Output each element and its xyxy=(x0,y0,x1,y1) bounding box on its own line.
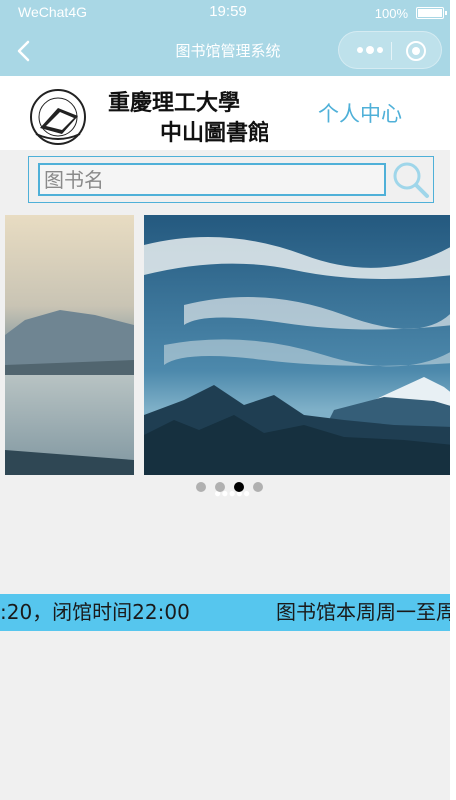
logo-text-line2: 中山圖書館 xyxy=(160,120,268,146)
carousel-dot[interactable] xyxy=(196,482,206,492)
search-icon[interactable] xyxy=(391,160,431,200)
search-bar xyxy=(28,156,434,203)
carousel-dot[interactable] xyxy=(253,482,263,492)
notice-text-head: 图书馆本周周一至周 xyxy=(276,600,450,624)
book-title-search-input[interactable] xyxy=(38,163,386,196)
battery-icon xyxy=(416,7,447,19)
target-close-icon[interactable] xyxy=(405,40,427,62)
mini-program-capsule xyxy=(338,31,442,69)
logo-text-line1: 重慶理工大學 xyxy=(108,90,240,116)
library-logo: 重慶理工大學 中山圖書館 xyxy=(30,89,268,146)
notice-text-tail: :20，闭馆时间22:00 xyxy=(0,600,190,624)
library-header: 重慶理工大學 中山圖書館 个人中心 xyxy=(0,76,450,150)
notice-marquee: :20，闭馆时间22:00 图书馆本周周一至周 xyxy=(0,594,450,631)
status-bar: ●●●●● WeChat4G 19:59 100% xyxy=(0,0,450,500)
app-screen: ●●●●● WeChat4G 19:59 100% 图书馆管理系统 重慶理工大學… xyxy=(0,0,456,800)
banner-image-lake[interactable] xyxy=(5,215,134,475)
personal-center-link[interactable]: 个人中心 xyxy=(318,98,402,128)
more-dots-icon[interactable] xyxy=(353,40,387,60)
carousel-dot-active[interactable] xyxy=(234,482,244,492)
banner-image-mountain[interactable] xyxy=(144,215,454,475)
carousel-dot[interactable] xyxy=(215,482,225,492)
capsule-divider xyxy=(391,42,392,60)
banner-carousel[interactable] xyxy=(5,215,454,475)
nav-bar: 图书馆管理系统 xyxy=(0,26,450,76)
battery-percent: 100% xyxy=(374,6,408,21)
